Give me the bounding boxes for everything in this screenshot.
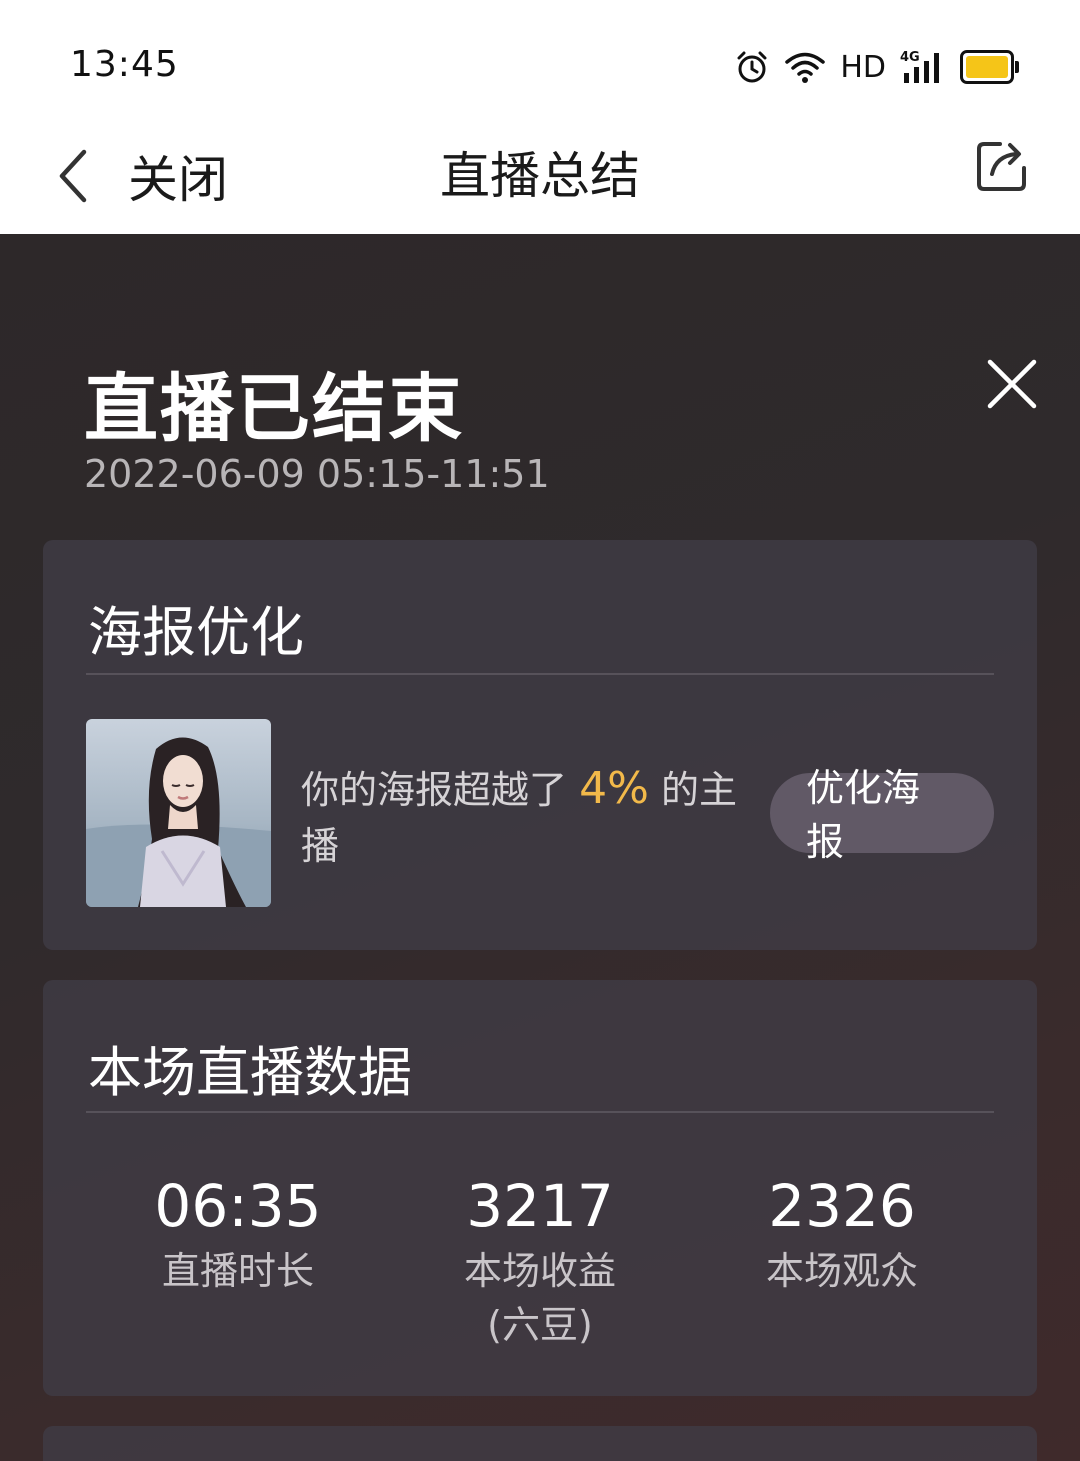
signal-icon: 4G [900, 50, 939, 83]
stat-label: 直播时长 [161, 1249, 314, 1293]
stats-card-title: 本场直播数据 [88, 1041, 412, 1104]
stat-duration: 06:35 直播时长 [88, 1170, 388, 1298]
stat-viewers: 2326 本场观众 [692, 1170, 992, 1298]
optimize-poster-button[interactable]: 优化海报 [770, 766, 994, 864]
next-card [43, 1426, 1037, 1461]
status-time: 13:45 [70, 44, 179, 85]
divider [86, 1111, 994, 1113]
wifi-icon [785, 52, 826, 83]
stat-earnings: 3217 本场收益 (六豆) [390, 1170, 690, 1352]
battery-icon [960, 50, 1019, 84]
live-ended-title: 直播已结束 [84, 366, 464, 452]
live-time-range: 2022-06-09 05:15-11:51 [84, 452, 550, 496]
live-stats-card: 本场直播数据 06:35 直播时长 3217 本场收益 (六豆) 2326 本场… [43, 980, 1037, 1396]
poster-rank-text: 你的海报超越了 4% 的主播 [301, 761, 751, 874]
stat-value: 06:35 [154, 1172, 322, 1240]
live-summary-panel: 直播已结束 2022-06-09 05:15-11:51 海报优化 你的海报超越… [0, 234, 1080, 1461]
alarm-icon [737, 51, 767, 83]
poster-card-title: 海报优化 [88, 601, 304, 664]
status-bar: 13:45 HD 4G [0, 0, 1080, 118]
nav-bar: 关闭 直播总结 [0, 118, 1080, 234]
svg-text:4G: 4G [900, 50, 920, 65]
poster-text-before: 你的海报超越了 [301, 768, 568, 812]
stat-value: 3217 [466, 1172, 614, 1240]
stat-label: 本场收益 (六豆) [463, 1249, 616, 1347]
stat-label: 本场观众 [765, 1249, 918, 1293]
poster-percent: 4% [579, 763, 649, 814]
hd-indicator: HD [840, 49, 886, 85]
optimize-poster-label: 优化海报 [806, 766, 921, 864]
close-icon[interactable] [984, 356, 1040, 412]
poster-optimization-card: 海报优化 你的海报超越了 4% 的主播 优化海报 [43, 540, 1037, 950]
poster-thumbnail[interactable] [86, 719, 271, 907]
divider [86, 673, 994, 675]
share-icon[interactable] [974, 136, 1032, 194]
page-title: 直播总结 [440, 147, 640, 205]
stat-value: 2326 [768, 1172, 916, 1240]
status-icons: HD 4G [734, 44, 1019, 90]
